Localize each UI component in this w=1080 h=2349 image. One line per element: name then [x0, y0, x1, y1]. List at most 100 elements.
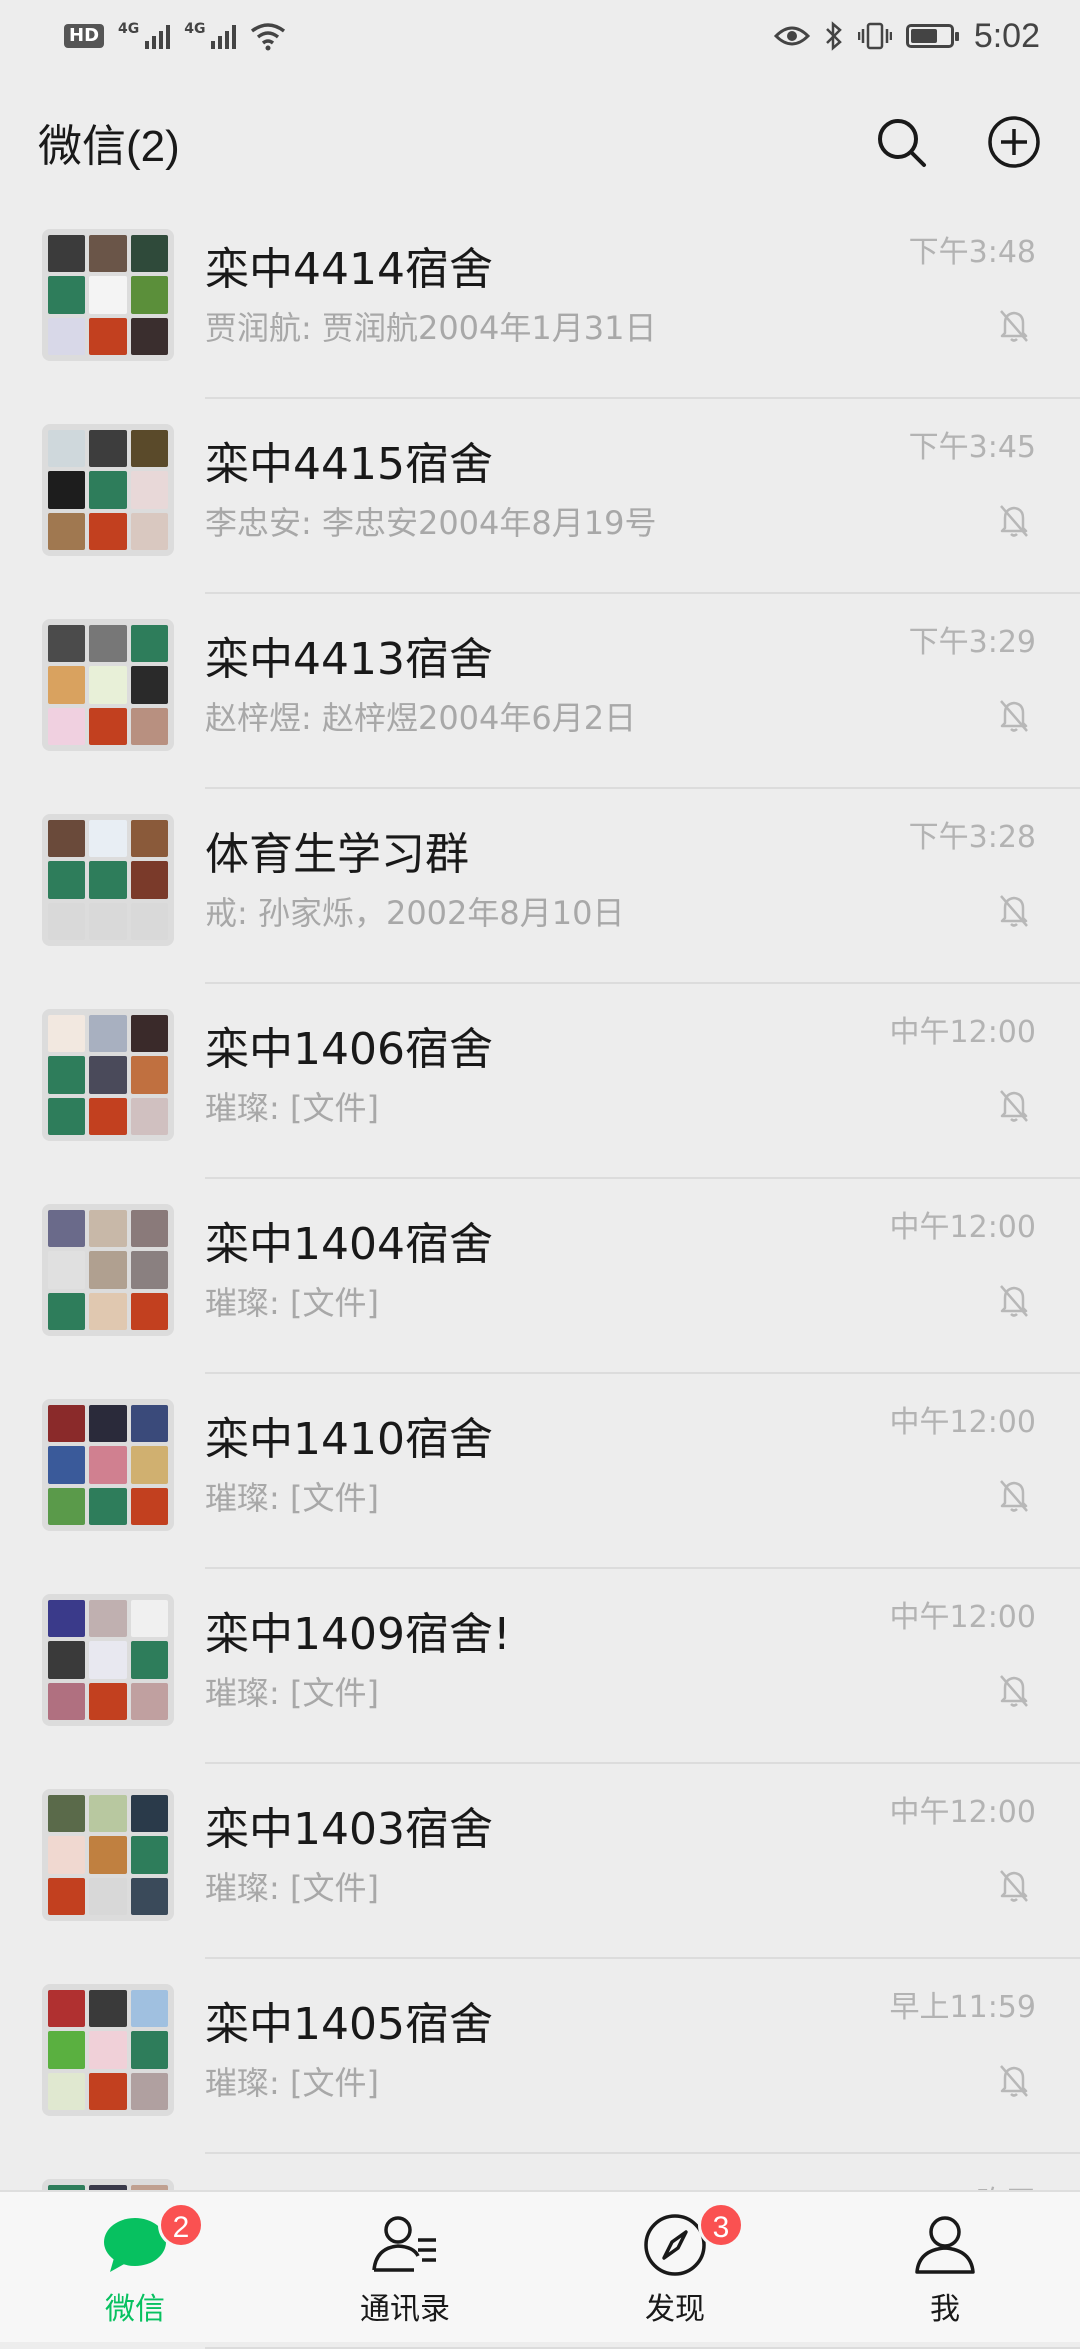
chat-list-item[interactable]: 栾中1403宿舍 璀璨: [文件] 中午12:00	[0, 1765, 1080, 1959]
tab-label: 我	[930, 2292, 960, 2327]
bluetooth-icon	[825, 21, 842, 51]
tab-contacts[interactable]: 通讯录	[270, 2192, 540, 2342]
avatar-tile	[48, 1990, 86, 2028]
tab-label: 微信	[105, 2292, 165, 2327]
avatar-tile	[130, 430, 168, 468]
mute-bell-icon	[1000, 1675, 1028, 1707]
chat-preview: 戒: 孙家烁，2002年8月10日	[205, 894, 625, 932]
avatar-tile	[130, 1990, 168, 2028]
mute-bell-icon	[1000, 895, 1028, 927]
chat-list-item[interactable]: 栾中4414宿舍 贾润航: 贾润航2004年1月31日 下午3:48	[0, 205, 1080, 399]
chat-preview: 璀璨: [文件]	[205, 1674, 379, 1712]
avatar-tile	[89, 1990, 127, 2028]
compass-icon: 3	[640, 2202, 744, 2280]
avatar-tile	[89, 235, 127, 273]
tab-me[interactable]: 我	[810, 2192, 1080, 2342]
avatar-tile	[130, 1251, 168, 1289]
wifi-icon	[251, 23, 286, 51]
avatar-tile	[130, 1600, 168, 1638]
avatar-tile	[48, 1015, 86, 1053]
avatar-tile	[89, 430, 127, 468]
chat-preview: 璀璨: [文件]	[205, 1284, 379, 1322]
row-divider	[205, 1372, 1080, 1374]
chat-time: 中午12:00	[889, 1795, 1036, 1830]
avatar-tile	[130, 317, 168, 355]
title-actions	[874, 114, 1042, 170]
row-divider	[205, 2152, 1080, 2154]
avatar-tile	[48, 1292, 86, 1330]
avatar-tile	[48, 1641, 86, 1679]
chat-time: 早上11:59	[889, 1990, 1036, 2025]
avatar-tile	[130, 1446, 168, 1484]
avatar-tile	[130, 1682, 168, 1720]
network-type-2: 4G	[184, 21, 206, 37]
unread-badge: 3	[698, 2202, 744, 2248]
avatar-tile	[130, 666, 168, 704]
add-circle-icon[interactable]	[986, 114, 1042, 170]
avatar-tile	[89, 1487, 127, 1525]
group-avatar	[42, 1204, 174, 1336]
chat-list-item[interactable]: 栾中4413宿舍 赵梓煜: 赵梓煜2004年6月2日 下午3:29	[0, 595, 1080, 789]
avatar-tile	[130, 1210, 168, 1248]
tab-discover[interactable]: 3 发现	[540, 2192, 810, 2342]
mute-bell-icon	[1000, 1870, 1028, 1902]
avatar-tile	[48, 2031, 86, 2069]
avatar-tile	[89, 666, 127, 704]
chat-name: 栾中1405宿舍	[205, 1999, 493, 2050]
group-avatar	[42, 1009, 174, 1141]
hd-icon: HD	[64, 24, 105, 48]
avatar-tile	[89, 276, 127, 314]
chat-list-item[interactable]: 栾中1409宿舍! 璀璨: [文件] 中午12:00	[0, 1570, 1080, 1764]
avatar-tile	[48, 317, 86, 355]
avatar-tile	[89, 1836, 127, 1874]
chat-list-item[interactable]: 栾中1404宿舍 璀璨: [文件] 中午12:00	[0, 1180, 1080, 1374]
avatar-tile	[48, 1446, 86, 1484]
chat-list-item[interactable]: 栾中1410宿舍 璀璨: [文件] 中午12:00	[0, 1375, 1080, 1569]
eye-icon	[773, 26, 810, 46]
mute-bell-icon	[1000, 700, 1028, 732]
group-avatar	[42, 229, 174, 361]
row-divider	[205, 1177, 1080, 1179]
chat-time: 下午3:48	[908, 235, 1036, 270]
chat-list-item[interactable]: 栾中1406宿舍 璀璨: [文件] 中午12:00	[0, 985, 1080, 1179]
avatar-tile	[48, 861, 86, 899]
chat-preview: 赵梓煜: 赵梓煜2004年6月2日	[205, 699, 637, 737]
row-divider	[205, 1567, 1080, 1569]
row-divider	[205, 397, 1080, 399]
chat-list-item[interactable]: 体育生学习群 戒: 孙家烁，2002年8月10日 下午3:28	[0, 790, 1080, 984]
avatar-tile	[130, 1641, 168, 1679]
group-avatar	[42, 1594, 174, 1726]
mute-bell-icon	[1000, 1090, 1028, 1122]
avatar-tile	[89, 902, 127, 940]
avatar-tile	[130, 1292, 168, 1330]
chat-list-item[interactable]: 栾中4415宿舍 李忠安: 李忠安2004年8月19号 下午3:45	[0, 400, 1080, 594]
chat-time: 中午12:00	[889, 1210, 1036, 1245]
chat-name: 栾中1403宿舍	[205, 1804, 493, 1855]
avatar-tile	[130, 707, 168, 745]
avatar-tile	[130, 1795, 168, 1833]
chat-time: 下午3:28	[908, 820, 1036, 855]
battery-icon	[905, 24, 959, 48]
avatar-tile	[130, 1015, 168, 1053]
status-left: HD 4G 4G	[64, 21, 286, 51]
chat-name: 栾中1410宿舍	[205, 1414, 493, 1465]
avatar-tile	[48, 1251, 86, 1289]
avatar-tile	[130, 1056, 168, 1094]
chat-name: 栾中4413宿舍	[205, 634, 493, 685]
group-avatar	[42, 1984, 174, 2116]
avatar-tile	[48, 820, 86, 858]
avatar-tile	[89, 1015, 127, 1053]
chat-time: 中午12:00	[889, 1015, 1036, 1050]
avatar-tile	[130, 861, 168, 899]
tab-chats[interactable]: 2 微信	[0, 2192, 270, 2342]
avatar-tile	[89, 1682, 127, 1720]
chat-list-item[interactable]: 栾中1405宿舍 璀璨: [文件] 早上11:59	[0, 1960, 1080, 2154]
avatar-tile	[130, 1877, 168, 1915]
mute-bell-icon	[1000, 505, 1028, 537]
search-icon[interactable]	[874, 115, 928, 169]
avatar-tile	[48, 1097, 86, 1135]
chat-time: 下午3:29	[908, 625, 1036, 660]
row-divider	[205, 1762, 1080, 1764]
avatar-tile	[89, 1446, 127, 1484]
chat-name: 体育生学习群	[205, 829, 469, 880]
